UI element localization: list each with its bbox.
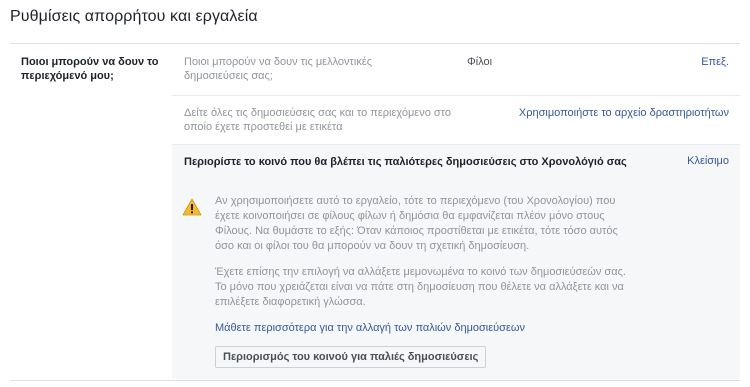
warning-triangle-icon [182, 198, 202, 216]
activity-log-description: Δείτε όλες τις δημοσιεύσεις σας και το π… [184, 107, 451, 133]
info-paragraph: Έχετε επίσης την επιλογή να αλλάξετε μεμ… [215, 266, 626, 308]
limit-past-posts-button[interactable]: Περιορισμός του κοινού για παλιές δημοσι… [215, 346, 487, 368]
activity-log-row: Δείτε όλες τις δημοσιεύσεις σας και το π… [172, 106, 740, 136]
future-posts-row: Ποιοι μπορούν να δουν τις μελλοντικές δη… [172, 55, 740, 85]
learn-more-link[interactable]: Μάθετε περισσότερα για την αλλαγή των πα… [215, 322, 525, 334]
warning-paragraph: Αν χρησιμοποιήσετε αυτό το εργαλείο, τότ… [215, 195, 618, 252]
use-activity-log-link[interactable]: Χρησιμοποιήστε το αρχείο δραστηριοτήτων [519, 106, 729, 120]
row-divider [172, 95, 740, 96]
section-label: Ποιοι μπορούν να δουν το περιεχόμενό μου… [21, 56, 159, 82]
bottom-divider [10, 380, 740, 381]
top-divider [10, 43, 740, 44]
future-posts-description: Ποιοι μπορούν να δουν τις μελλοντικές δη… [184, 56, 373, 82]
close-link[interactable]: Κλείσιμο [687, 155, 729, 167]
future-posts-audience-value: Φίλοι [467, 56, 493, 68]
page-title: Ρυθμίσεις απορρήτου και εργαλεία [10, 8, 258, 25]
limit-past-posts-panel: Περιορίστε το κοινό που θα βλέπει τις πα… [172, 145, 740, 379]
edit-future-posts-link[interactable]: Επεξ. [701, 55, 729, 69]
limit-past-posts-title: Περιορίστε το κοινό που θα βλέπει τις πα… [184, 156, 627, 168]
